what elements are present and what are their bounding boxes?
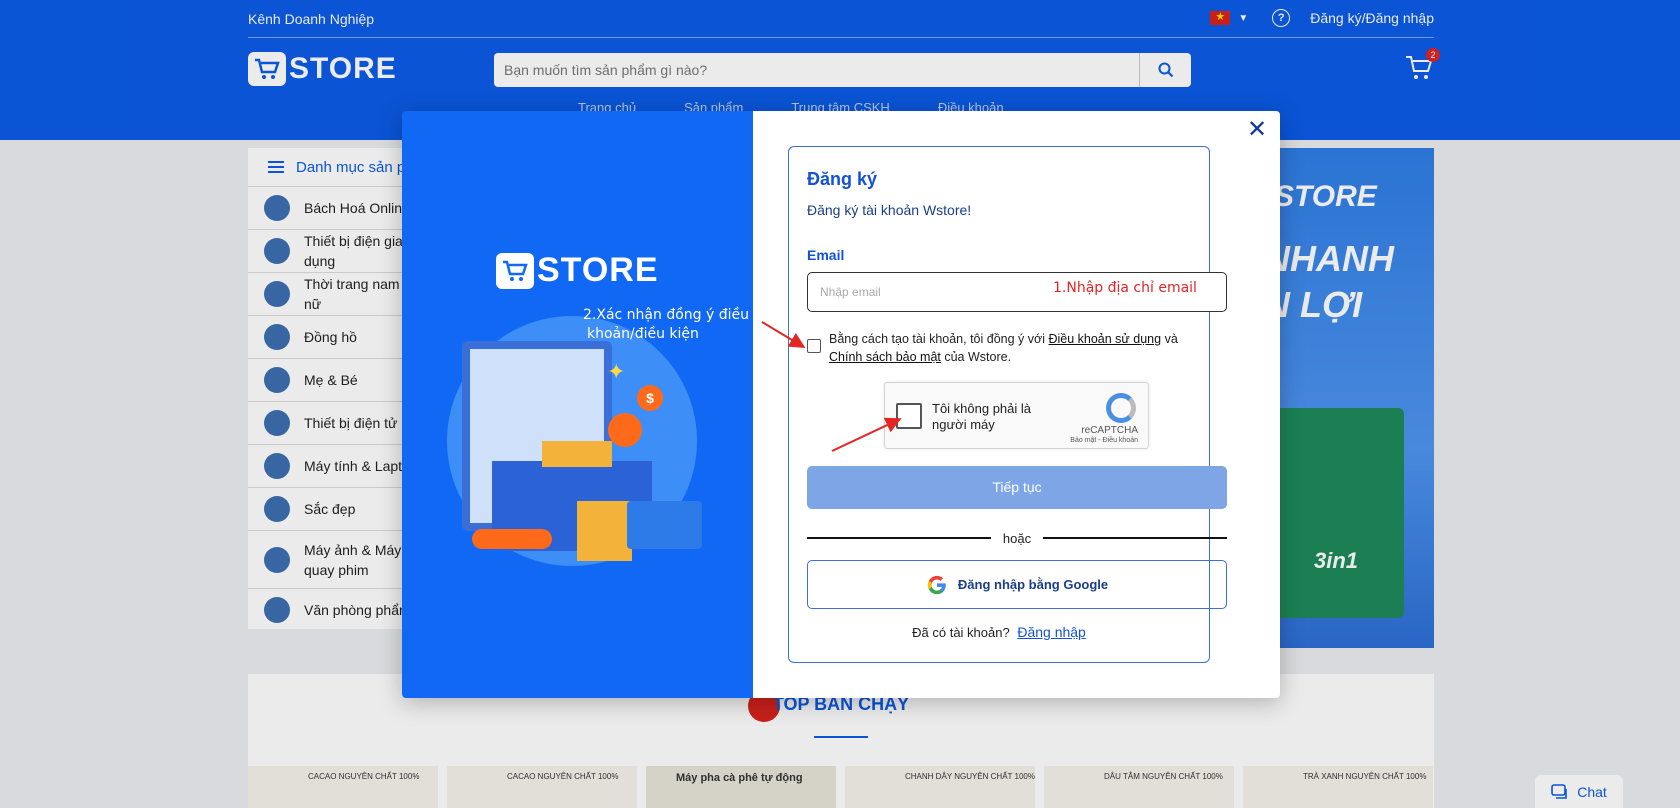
form-title: Đăng ký [807,169,878,189]
dollar-coin-icon: $ [637,385,663,411]
recaptcha-checkbox[interactable] [896,403,922,429]
form-subtitle: Đăng ký tài khoản Wstore! [807,202,972,218]
login-link[interactable]: Đăng nhập [1017,624,1086,640]
terms-hint-line1: 2.Xác nhận đồng ý điều [583,307,749,323]
illustration-box [577,501,632,561]
or-divider: hoặc [807,528,1228,548]
google-icon [927,575,946,594]
modal-illustration-panel: STORE $ ✦ 2.Xác nhận đồng ý điều khoản/đ… [402,111,753,698]
terms-agreement: Bằng cách tạo tài khoản, tôi đồng ý với … [807,330,1207,366]
close-icon[interactable]: ✕ [1246,118,1268,142]
recaptcha-links[interactable]: Bảo mật - Điều khoản [1070,437,1138,444]
recaptcha-logo-icon [1106,393,1136,423]
illustration-pill [472,529,552,549]
sparkle-icon: ✦ [607,359,626,384]
register-modal: STORE $ ✦ 2.Xác nhận đồng ý điều khoản/đ… [402,111,1280,698]
terms-checkbox[interactable] [807,339,821,353]
cart-logo-icon [496,252,534,289]
privacy-policy-link[interactable]: Chính sách bảo mật [829,350,941,364]
email-hint-annotation: 1.Nhập địa chỉ email [1053,280,1197,296]
terms-hint-line2: khoản/điều kiện [587,326,699,342]
terms-hint-annotation: 2.Xác nhận đồng ý điều khoản/điều kiện [583,306,749,344]
modal-logo-text: STORE [537,251,659,289]
illustration-credit-card [627,501,702,549]
modal-form-panel: ✕ Đăng ký Đăng ký tài khoản Wstore! Emai… [753,111,1280,698]
recaptcha-brand: reCAPTCHA [1081,425,1138,436]
terms-text: Bằng cách tạo tài khoản, tôi đồng ý với … [829,332,1178,364]
terms-of-use-link[interactable]: Điều khoản sử dụng [1048,332,1161,346]
illustration-box [542,441,612,467]
register-form: Đăng ký Đăng ký tài khoản Wstore! Email … [788,146,1228,663]
login-prompt: Đã có tài khoản? Đăng nhập [912,624,1086,640]
continue-button[interactable]: Tiếp tục [807,466,1227,509]
email-label: Email [807,247,845,263]
google-login-button[interactable]: Đăng nhập bằng Google [807,560,1227,609]
cart-coin-icon [608,413,642,447]
recaptcha-label: Tôi không phải là người máy [932,401,1032,432]
recaptcha-widget: Tôi không phải là người máy reCAPTCHA Bả… [884,382,1149,449]
modal-logo: STORE [496,251,659,290]
